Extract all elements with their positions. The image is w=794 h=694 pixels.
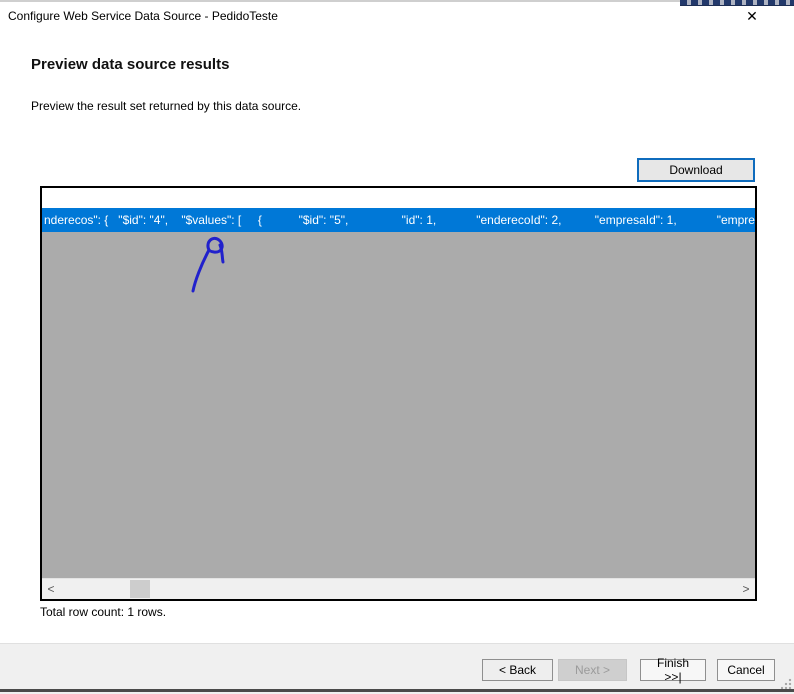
horizontal-scrollbar[interactable]: < > [42,578,755,599]
back-button[interactable]: < Back [482,659,553,681]
total-row-count: Total row count: 1 rows. [40,605,167,619]
resize-grip[interactable] [781,678,792,689]
page-title: Preview data source results [31,56,230,73]
window-title: Configure Web Service Data Source - Pedi… [8,9,278,23]
scrollbar-thumb[interactable] [130,580,150,598]
finish-button[interactable]: Finish >>| [640,656,706,684]
results-grid: nderecos": { "$id": "4", "$values": [ { … [40,186,757,601]
close-icon[interactable]: ✕ [738,4,766,28]
grid-selected-row[interactable]: nderecos": { "$id": "4", "$values": [ { … [42,208,755,232]
scroll-left-icon[interactable]: < [42,579,60,599]
window-bottom-border [0,689,794,692]
title-bar: Configure Web Service Data Source - Pedi… [0,0,794,32]
grid-empty-area [42,232,755,579]
next-button: Next > [558,659,627,681]
cancel-button[interactable]: Cancel [717,659,775,681]
download-button[interactable]: Download [637,158,755,182]
scroll-right-icon[interactable]: > [737,579,755,599]
footer-bar: < Back Next > Finish >>| Cancel [0,643,794,694]
page-subtitle: Preview the result set returned by this … [31,99,302,113]
grid-header-row [42,188,755,208]
